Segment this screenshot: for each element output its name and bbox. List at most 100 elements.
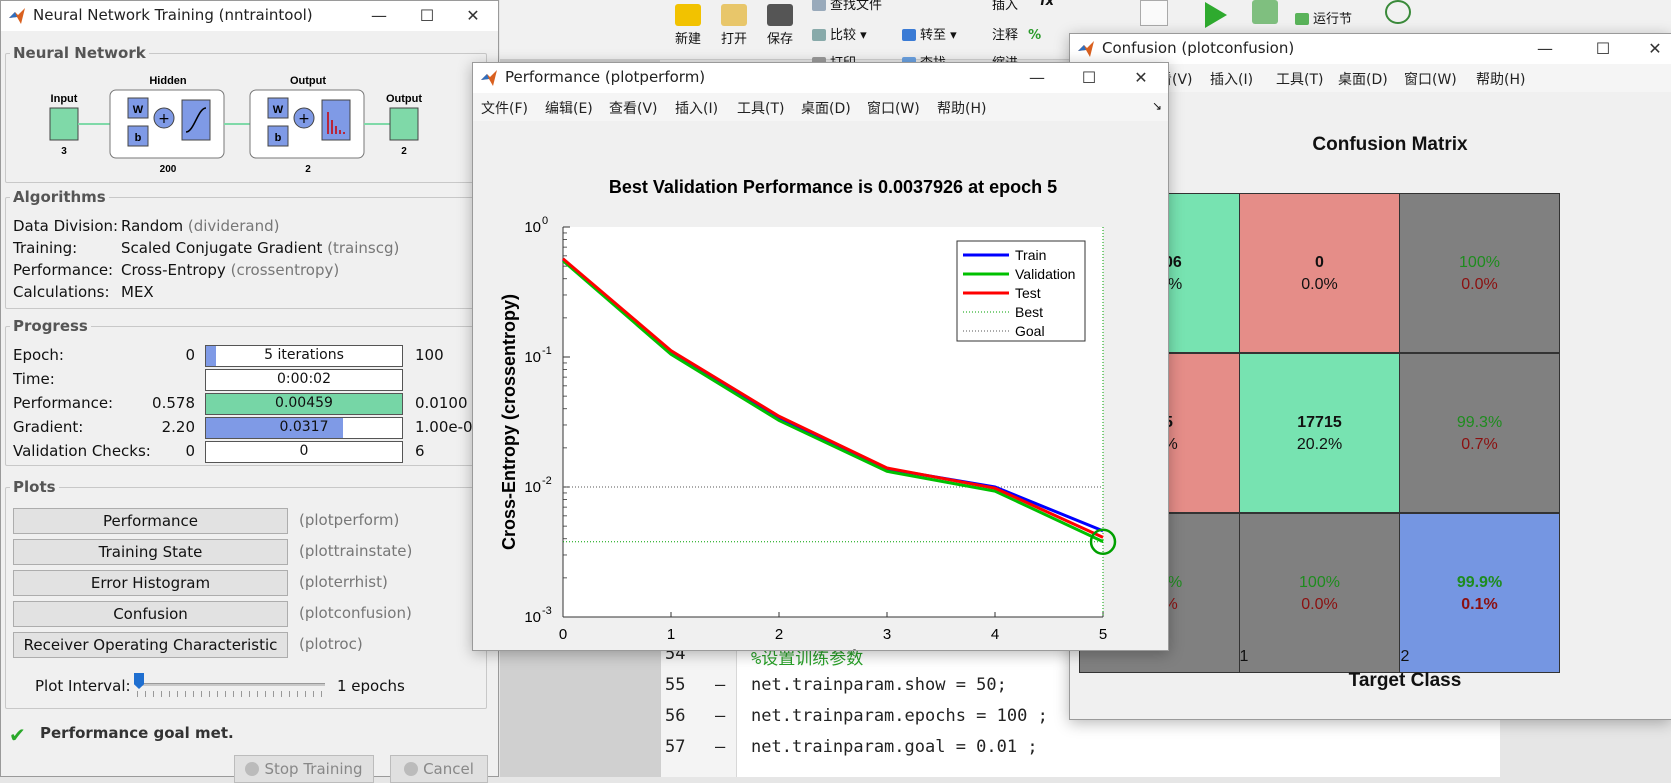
output-bias-label: b (275, 132, 282, 144)
legend: Train Validation Test Best Goal (956, 240, 1086, 342)
cancel-label: Cancel (423, 760, 474, 778)
close-button[interactable]: ✕ (450, 1, 496, 31)
new-label: 新建 (674, 32, 701, 47)
run-advance-icon[interactable] (1252, 0, 1278, 24)
plot-button[interactable]: Performance (13, 508, 288, 534)
run-icon[interactable] (1205, 2, 1227, 28)
close-button[interactable]: ✕ (1118, 63, 1164, 93)
menu-item[interactable]: 帮助(H) (1476, 69, 1525, 89)
x-tick-label: 1 (1239, 648, 1249, 665)
run-time-icon[interactable] (1385, 0, 1411, 24)
validation-progress-text: 0 (299, 443, 309, 459)
save-button[interactable]: 保存 (752, 0, 808, 60)
maximize-button[interactable]: ☐ (404, 1, 450, 31)
minimize-button[interactable]: — (1522, 34, 1568, 64)
document-icon[interactable] (1140, 0, 1168, 26)
status-message: Performance goal met. (40, 724, 234, 742)
find-files-button[interactable]: 查找文件 (812, 0, 882, 13)
algorithm-name: Scaled Conjugate Gradient (121, 239, 323, 257)
progress-section-label: Progress (10, 317, 91, 335)
menu-item[interactable]: 帮助(H) (937, 98, 986, 118)
menu-item[interactable]: 工具(T) (737, 98, 784, 118)
hidden-size: 200 (160, 164, 177, 175)
maximize-button[interactable]: ☐ (1580, 34, 1626, 64)
menu-item[interactable]: 窗口(W) (1404, 69, 1457, 89)
insert-button[interactable]: 插入 (992, 0, 1018, 13)
close-button[interactable]: ✕ (1632, 34, 1671, 64)
menu-item[interactable]: 文件(F) (481, 98, 528, 118)
run-section-button[interactable]: 运行节 (1295, 8, 1352, 27)
performance-end: 0.0100 (415, 394, 468, 412)
time-text: 0:00:02 (277, 371, 331, 387)
confusion-titlebar[interactable]: Confusion (plotconfusion) — ☐ ✕ (1070, 34, 1671, 64)
output-block (389, 107, 419, 141)
y-tick-label: 10 -3 (524, 605, 551, 626)
cell-error: 0.7% (1461, 436, 1498, 453)
save-icon (767, 4, 793, 26)
cell-error: 0.1% (1461, 596, 1498, 613)
algorithm-label: Training: (13, 239, 78, 257)
menu-item[interactable]: 编辑(E) (545, 98, 593, 118)
goto-button[interactable]: 转至 ▾ (902, 24, 957, 43)
performance-titlebar[interactable]: Performance (plotperform) — ☐ ✕ (473, 63, 1168, 93)
summary-cell: 100% 0.0% (1399, 193, 1560, 353)
fx-icon: fx (1040, 0, 1055, 9)
input-label: Input (51, 93, 78, 105)
validation-progress-bar: 0 (205, 441, 403, 463)
cell-error: 0.0% (1461, 276, 1498, 293)
goto-label: 转至 (920, 28, 947, 43)
menu-item[interactable]: 插入(I) (1210, 69, 1253, 89)
cell-percent: 0.0% (1301, 276, 1338, 293)
dock-arrow-icon[interactable]: ↘ (1152, 99, 1162, 113)
maximize-button[interactable]: ☐ (1066, 63, 1112, 93)
compare-button[interactable]: 比较 ▾ (812, 24, 867, 43)
y-tick-exponent: -1 (542, 345, 552, 357)
performance-menubar: ↘ 文件(F) 编辑(E) 查看(V) 插入(I) 工具(T) 桌面(D) 窗口(W) 帮助(… (473, 93, 1168, 121)
matrix-cell: 0 0.0% (1239, 193, 1400, 353)
algorithm-value: Scaled Conjugate Gradient (trainscg) (121, 239, 399, 257)
fx-button[interactable]: fx (1040, 0, 1054, 9)
confusion-matrix-title: Confusion Matrix (1312, 134, 1468, 155)
plot-button[interactable]: Error Histogram (13, 570, 288, 596)
plot-button[interactable]: Receiver Operating Characteristic (13, 632, 288, 658)
performance-title: Performance (plotperform) (505, 68, 706, 86)
menu-item[interactable]: 桌面(D) (1338, 69, 1388, 89)
cell-count: 17715 (1297, 414, 1342, 431)
minimize-button[interactable]: — (356, 1, 402, 31)
y-tick-base: 10 (524, 479, 541, 496)
breakpoint-marker[interactable]: — (715, 737, 725, 757)
compare-label: 比较 (830, 28, 857, 43)
menu-item[interactable]: 插入(I) (675, 98, 718, 118)
minimize-button[interactable]: — (1014, 63, 1060, 93)
y-tick-base: 10 (524, 609, 541, 626)
plot-interval-slider[interactable] (137, 683, 325, 686)
breakpoint-marker[interactable]: — (715, 675, 725, 695)
x-tick-label: 4 (991, 626, 999, 643)
find-files-label: 查找文件 (830, 0, 883, 13)
epoch-progress-text: 5 iterations (264, 347, 344, 363)
plot-button[interactable]: Training State (13, 539, 288, 565)
menu-item[interactable]: 窗口(W) (867, 98, 920, 118)
menu-item[interactable]: 工具(T) (1276, 69, 1323, 89)
matlab-logo-icon (1078, 41, 1094, 57)
menu-item[interactable]: 查看(V) (609, 98, 658, 118)
stop-training-button[interactable]: Stop Training (234, 755, 374, 783)
comment-button[interactable]: 注释 % (992, 24, 1041, 43)
output-size: 2 (401, 146, 407, 157)
nntool-titlebar[interactable]: Neural Network Training (nntraintool) — … (1, 1, 498, 31)
code-line[interactable]: 57 — net.trainparam.goal = 0.01 ; (661, 737, 1491, 767)
y-tick-exponent: -2 (542, 475, 552, 487)
compare-icon (812, 29, 826, 41)
check-icon: ✔ (9, 723, 26, 747)
legend-label: Train (1015, 247, 1046, 263)
algorithm-name: Cross-Entropy (121, 261, 226, 279)
gradient-progress-bar: 0.0317 (205, 417, 403, 439)
cancel-button[interactable]: Cancel (390, 755, 488, 783)
x-tick-label: 2 (775, 626, 783, 643)
menu-item[interactable]: 桌面(D) (801, 98, 851, 118)
output-layer-label: Output (290, 75, 326, 87)
hidden-label: Hidden (149, 75, 187, 87)
plot-button[interactable]: Confusion (13, 601, 288, 627)
breakpoint-marker[interactable]: — (715, 706, 725, 726)
epoch-label: Epoch: (13, 346, 64, 364)
